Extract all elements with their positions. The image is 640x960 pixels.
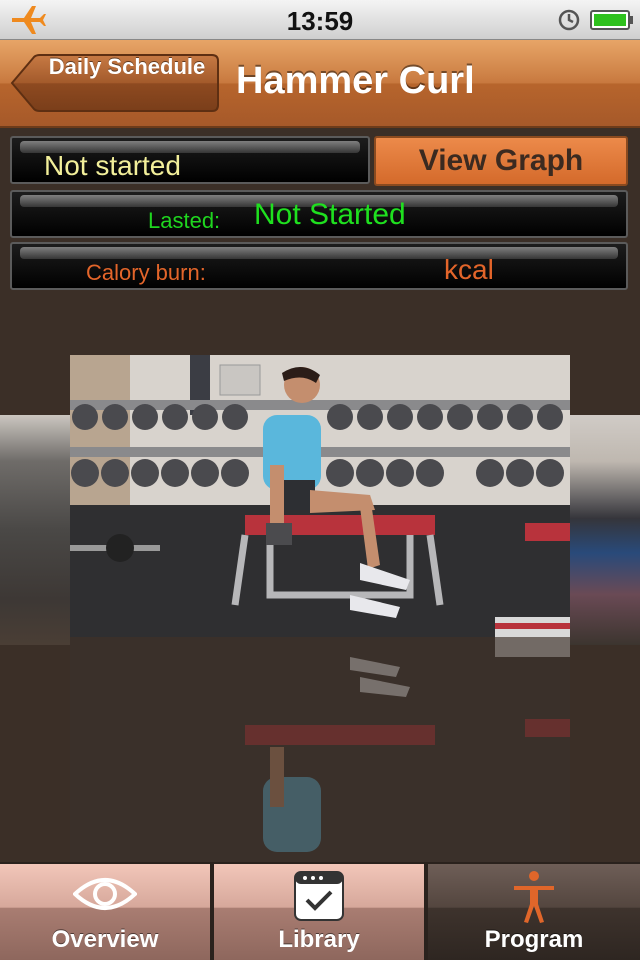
- next-exercise-image[interactable]: [570, 415, 640, 645]
- lasted-label: Lasted:: [148, 208, 221, 233]
- tab-program[interactable]: Program: [428, 864, 640, 960]
- eye-icon: [73, 878, 137, 910]
- tab-overview[interactable]: Overview: [0, 864, 212, 960]
- exercise-photo: [70, 355, 570, 637]
- battery-icon: [590, 10, 633, 30]
- previous-exercise-image[interactable]: [0, 415, 70, 645]
- exercise-photo-reflection: [70, 637, 570, 862]
- back-button-label: Daily Schedule: [48, 54, 206, 79]
- lasted-field: Lasted: Not Started: [10, 190, 628, 238]
- workout-status-text: Not started: [44, 150, 181, 181]
- tab-library[interactable]: Library: [214, 864, 426, 960]
- person-icon: [514, 871, 554, 923]
- exercise-image-carousel[interactable]: [0, 300, 640, 862]
- tab-program-label: Program: [484, 926, 584, 953]
- checklist-icon: [294, 871, 344, 921]
- workout-info-panel: Not started View Graph Lasted: Not Start…: [0, 130, 640, 296]
- calory-burn-field: Calory burn: kcal: [10, 242, 628, 290]
- view-graph-button[interactable]: View Graph: [374, 136, 628, 186]
- calory-unit: kcal: [444, 254, 494, 285]
- tab-library-label: Library: [278, 926, 360, 953]
- back-button[interactable]: Daily Schedule: [10, 54, 220, 112]
- alarm-clock-icon: [558, 9, 580, 31]
- calory-burn-label: Calory burn:: [86, 260, 206, 285]
- app-screen: 13:59 Daily Schedule Hammer Curl Not sta…: [0, 0, 640, 960]
- lasted-value: Not Started: [254, 198, 406, 231]
- page-title: Hammer Curl: [236, 60, 475, 102]
- tab-overview-label: Overview: [51, 926, 159, 953]
- status-time: 13:59: [286, 6, 354, 36]
- navigation-bar: Daily Schedule Hammer Curl: [0, 40, 640, 128]
- tab-bar: Overview Library Program: [0, 862, 640, 960]
- workout-status-field: Not started: [10, 136, 370, 184]
- status-bar: 13:59: [0, 0, 640, 40]
